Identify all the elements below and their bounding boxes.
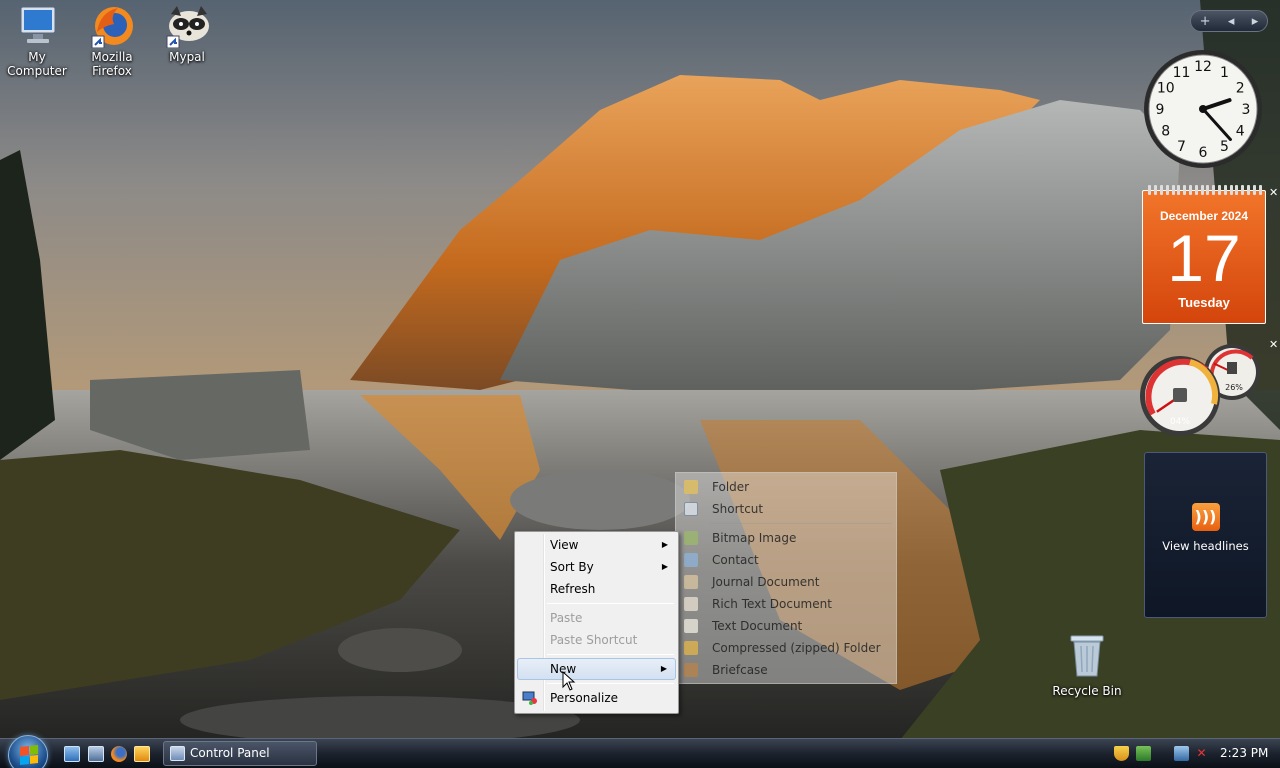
- firefox-quicklaunch-icon[interactable]: [111, 746, 127, 762]
- taskbar-clock[interactable]: 2:23 PM: [1220, 746, 1268, 760]
- desktop-icon-mozilla-firefox[interactable]: Mozilla Firefox: [75, 4, 149, 78]
- show-desktop-icon[interactable]: [64, 746, 80, 762]
- briefcase-icon: [684, 663, 698, 677]
- new-journal-item[interactable]: Journal Document: [678, 571, 894, 593]
- menu-item-personalize[interactable]: Personalize: [517, 687, 676, 709]
- icon-label-line1: My: [28, 50, 46, 64]
- clock-gadget[interactable]: 12 1 2 3 4 5 6 7 8 9 10 11: [1142, 48, 1264, 170]
- clock-numeral: 2: [1236, 81, 1245, 97]
- volume-muted-icon[interactable]: ✕: [1194, 746, 1209, 761]
- start-button[interactable]: [8, 735, 48, 768]
- icon-label-line1: Mypal: [169, 50, 205, 64]
- zip-folder-icon: [684, 641, 698, 655]
- new-shortcut-item[interactable]: Shortcut: [678, 498, 894, 520]
- desktop-icon-my-computer[interactable]: My Computer: [0, 4, 74, 78]
- new-briefcase-item[interactable]: Briefcase: [678, 659, 894, 681]
- recycle-bin-icon: [1070, 635, 1104, 677]
- windows-logo-icon: [20, 745, 38, 765]
- desktop-context-menu: View ▶ Sort By ▶ Refresh Paste Paste Short…: [514, 531, 679, 714]
- next-page-button[interactable]: ▸: [1252, 14, 1259, 29]
- new-rich-text-item[interactable]: Rich Text Document: [678, 593, 894, 615]
- network-status-icon[interactable]: [1136, 746, 1151, 761]
- menu-separator: [547, 654, 674, 655]
- calendar-rings: [1143, 185, 1267, 195]
- submenu-arrow-icon: ▶: [661, 562, 668, 571]
- new-zip-folder-item[interactable]: Compressed (zipped) Folder: [678, 637, 894, 659]
- calendar-day: 17: [1167, 221, 1241, 295]
- feed-headlines-gadget[interactable]: ))) View headlines: [1144, 452, 1267, 618]
- view-headlines-label: View headlines: [1162, 539, 1249, 553]
- calendar-weekday: Tuesday: [1178, 295, 1230, 310]
- menu-item-paste[interactable]: Paste: [517, 607, 676, 629]
- icon-label-line2: Computer: [7, 64, 67, 78]
- menu-separator: [547, 603, 674, 604]
- menu-item-new[interactable]: New ▶: [517, 658, 676, 680]
- clock-numeral: 6: [1199, 145, 1208, 161]
- security-shield-icon[interactable]: [1114, 746, 1129, 761]
- new-contact-item[interactable]: Contact: [678, 549, 894, 571]
- text-document-icon: [684, 619, 698, 633]
- clock-face: 12 12 3 45678 9 1011: [1144, 50, 1262, 168]
- switch-windows-icon[interactable]: [88, 746, 104, 762]
- clock-numeral: 4: [1236, 124, 1245, 140]
- menu-item-refresh[interactable]: Refresh: [517, 578, 676, 600]
- clock-numeral: 3: [1242, 102, 1251, 118]
- rich-text-icon: [684, 597, 698, 611]
- recycle-bin-label: Recycle Bin: [1052, 684, 1122, 698]
- menu-item-paste-shortcut[interactable]: Paste Shortcut: [517, 629, 676, 651]
- menu-item-view[interactable]: View ▶: [517, 534, 676, 556]
- submenu-separator: [710, 523, 892, 524]
- taskbar: Control Panel ✕ 2:23 PM: [0, 735, 1280, 768]
- gadget-toolbar: + ◂ ▸: [1190, 10, 1268, 32]
- new-bitmap-item[interactable]: Bitmap Image: [678, 527, 894, 549]
- taskbar-button-control-panel[interactable]: Control Panel: [163, 741, 317, 766]
- clock-numeral: 12: [1194, 59, 1212, 75]
- folder-icon: [684, 480, 698, 494]
- close-icon[interactable]: ✕: [1269, 186, 1278, 199]
- personalize-icon: [522, 690, 538, 706]
- clock-numeral: 1: [1220, 65, 1229, 81]
- rss-icon: ))): [1191, 503, 1220, 531]
- computer-icon: [13, 4, 61, 48]
- clock-numeral: 5: [1220, 139, 1229, 155]
- submenu-arrow-icon: ▶: [660, 664, 667, 673]
- submenu-arrow-icon: ▶: [661, 540, 668, 549]
- journal-icon: [684, 575, 698, 589]
- new-submenu: Folder Shortcut Bitmap Image Contact Jou…: [675, 472, 897, 684]
- icon-label-line1: Mozilla: [91, 50, 133, 64]
- control-panel-icon: [170, 746, 185, 761]
- shortcut-icon: [684, 502, 698, 516]
- previous-page-button[interactable]: ◂: [1228, 14, 1235, 29]
- clock-numeral: 7: [1177, 139, 1186, 155]
- mouse-cursor-icon: [562, 671, 576, 691]
- add-gadget-button[interactable]: +: [1200, 14, 1211, 29]
- clock-numeral: 9: [1156, 102, 1165, 118]
- network-icon[interactable]: [1174, 746, 1189, 761]
- desktop-icon-mypal[interactable]: Mypal: [150, 4, 224, 64]
- new-folder-item[interactable]: Folder: [678, 476, 894, 498]
- firefox-icon: [88, 4, 136, 49]
- media-player-icon[interactable]: [134, 746, 150, 762]
- icon-label-line2: Firefox: [92, 64, 132, 78]
- contact-icon: [684, 553, 698, 567]
- new-text-document-item[interactable]: Text Document: [678, 615, 894, 637]
- clock-numeral: 10: [1157, 81, 1175, 97]
- bitmap-icon: [684, 531, 698, 545]
- calendar-gadget[interactable]: December 2024 17 Tuesday: [1142, 185, 1266, 324]
- memory-percent: 26%: [1225, 383, 1243, 392]
- cpu-percent: 04%: [1170, 417, 1190, 427]
- clock-numeral: 8: [1161, 124, 1170, 140]
- menu-item-sort-by[interactable]: Sort By ▶: [517, 556, 676, 578]
- cpu-meter-gadget[interactable]: 04% 26%: [1140, 342, 1266, 438]
- close-icon[interactable]: ✕: [1269, 338, 1278, 351]
- clock-numeral: 11: [1173, 65, 1191, 81]
- desktop-icon-recycle-bin[interactable]: Recycle Bin: [1050, 632, 1124, 698]
- raccoon-icon: [163, 4, 211, 49]
